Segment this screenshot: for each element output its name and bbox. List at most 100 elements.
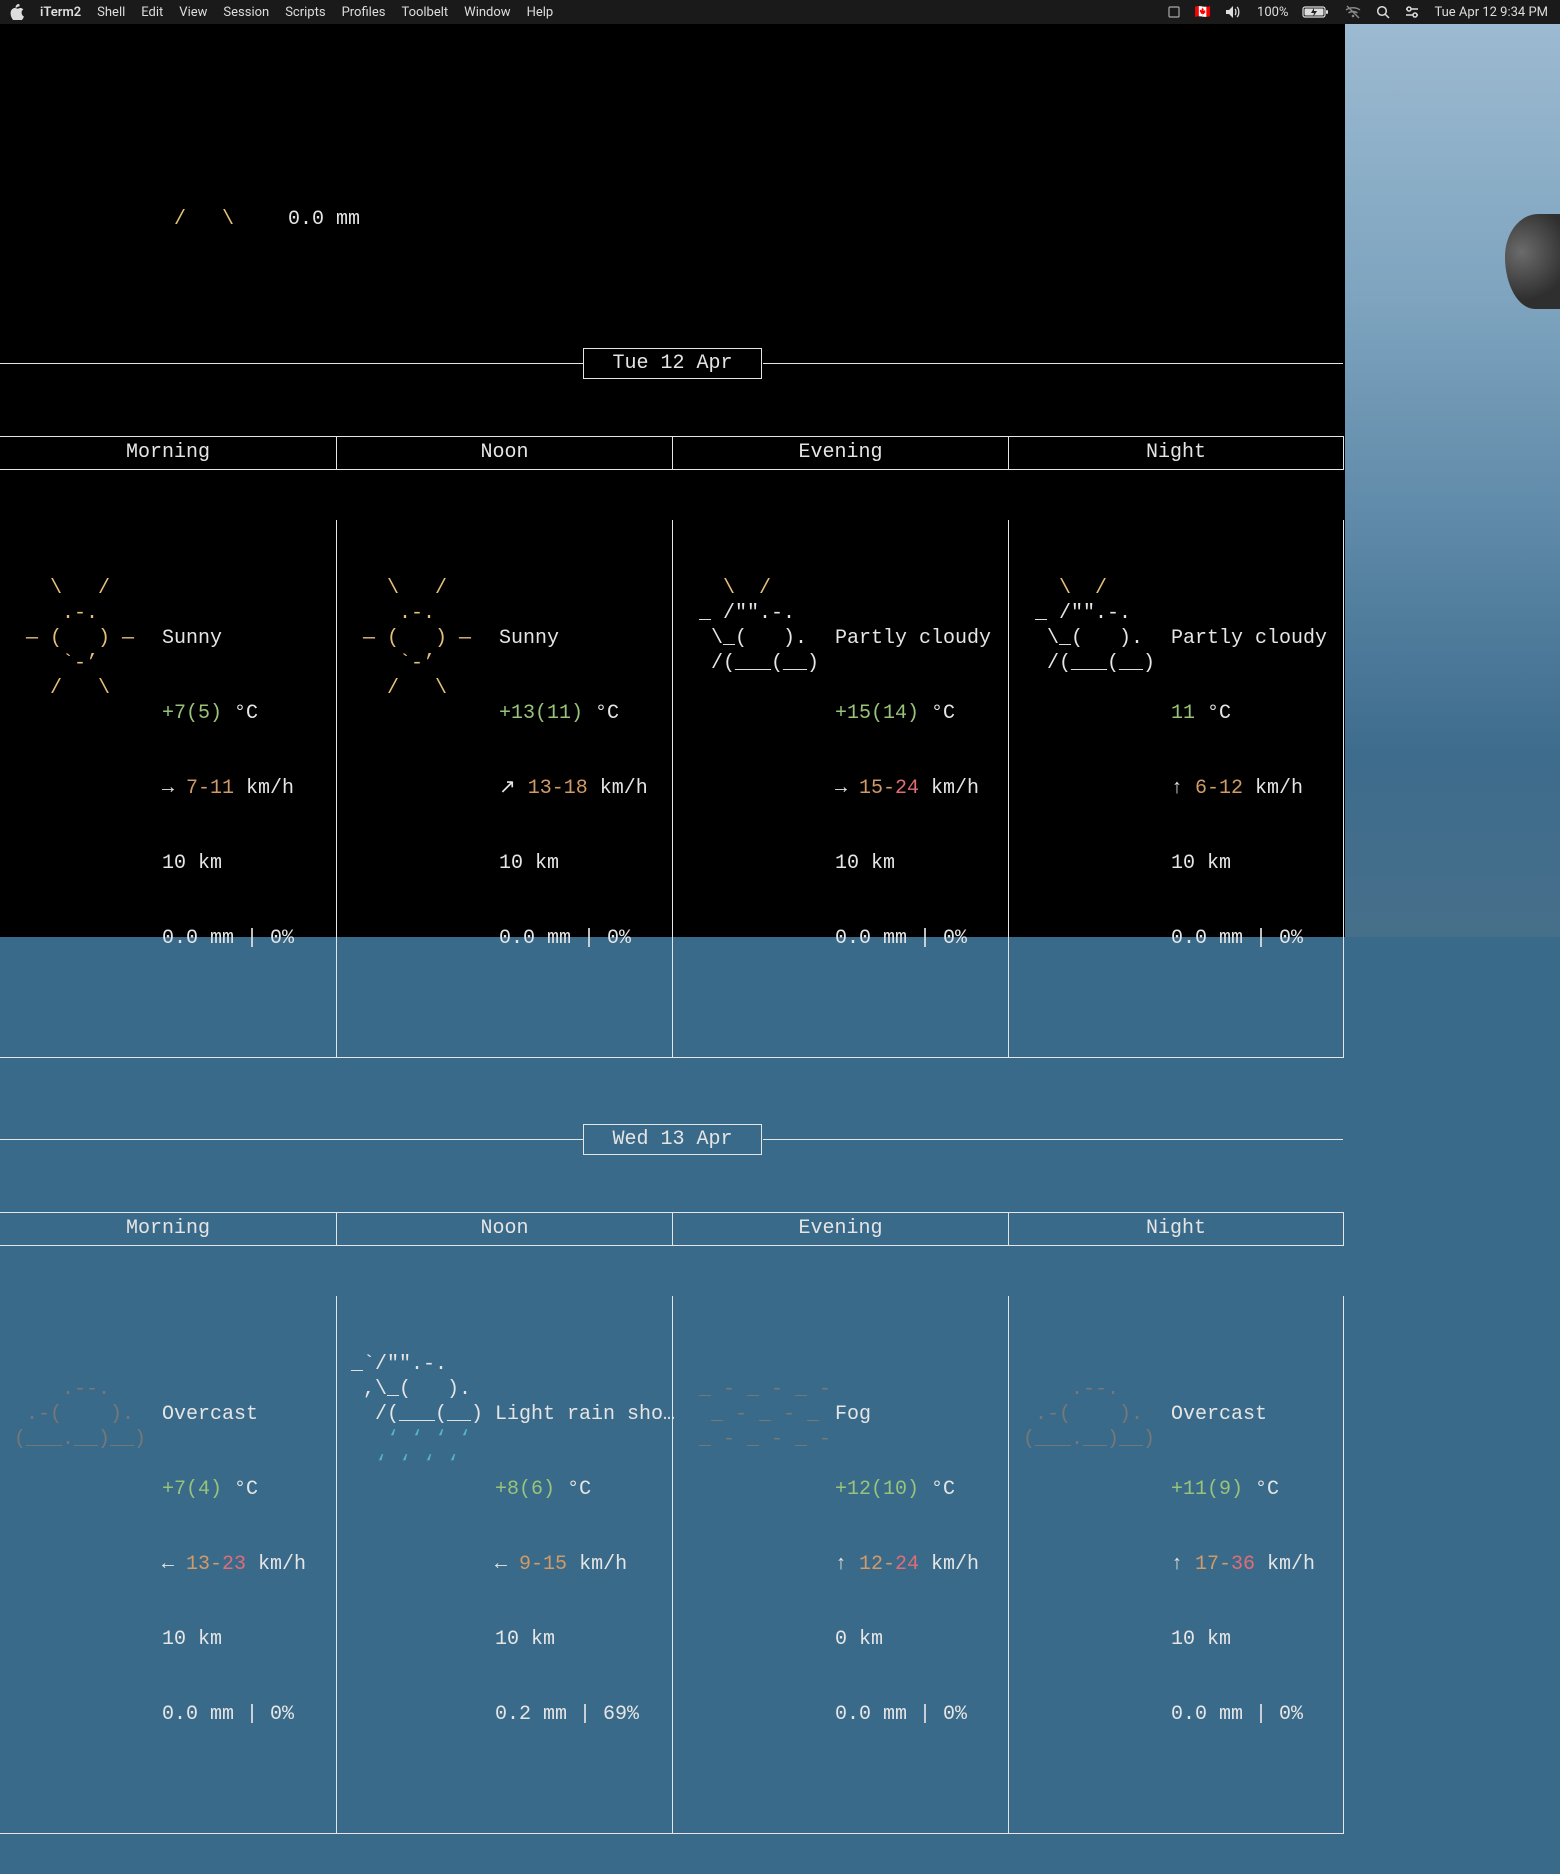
wind-text: → 7-11 km/h [162,776,336,801]
weather-ascii-art: \ / _ /"".-. \_( ). /(___(__) [1009,576,1171,1001]
terminal-window[interactable]: / \ 0.0 mm Tue 12 Apr MorningNoonEvening… [0,24,1345,937]
period-header: Morning [0,1213,336,1245]
temperature-text: 11 °C [1171,701,1343,726]
ascii-art-line: .-. [351,601,499,626]
forecast-cell: \ / .-. ― ( ) ― `-’ / \ Sunny +13(11) °C… [336,520,672,1057]
ascii-art-line: (___.__)__) [14,1427,162,1452]
ascii-art-line [1023,1352,1171,1377]
desktop-wallpaper [1345,24,1560,937]
menu-shell[interactable]: Shell [97,5,125,20]
temperature-text: +12(10) °C [835,1477,1008,1502]
ascii-art-line: _ - _ - _ - [687,1377,835,1402]
ascii-art-line: _ - _ - _ - [687,1427,835,1452]
period-body: .--. .-( ). (___.__)__) Overcast +7(4) °… [0,1296,1344,1834]
weather-ascii-art: \ / .-. ― ( ) ― `-’ / \ [0,576,162,1001]
weather-ascii-art: .--. .-( ). (___.__)__) [1009,1352,1171,1777]
ascii-art-line: \ / [14,576,162,601]
weather-ascii-art: _ - _ - _ - _ - _ - _ _ - _ - _ - [673,1352,835,1777]
temperature-text: +8(6) °C [495,1477,675,1502]
temperature-text: +15(14) °C [835,701,1008,726]
period-body: \ / .-. ― ( ) ― `-’ / \ Sunny +7(5) °C →… [0,520,1344,1058]
ascii-art-line [14,1352,162,1377]
period-header: Noon [336,437,672,469]
menubar-appname[interactable]: iTerm2 [40,5,81,20]
wifi-off-icon[interactable] [1344,5,1362,19]
apple-menu-icon[interactable] [10,4,24,20]
macos-menubar: iTerm2 Shell Edit View Session Scripts P… [0,0,1560,24]
menu-session[interactable]: Session [223,5,269,20]
menu-toolbelt[interactable]: Toolbelt [401,5,448,20]
precip-text: 0.2 mm | 69% [495,1702,675,1727]
menu-profiles[interactable]: Profiles [342,5,386,20]
forecast-cell: .--. .-( ). (___.__)__) Overcast +11(9) … [1008,1296,1343,1833]
temperature-text: +11(9) °C [1171,1477,1343,1502]
ascii-art-line [687,676,835,701]
wind-text: ← 13-23 km/h [162,1552,336,1577]
weather-ascii-art: _`/"".-. ,\_( ). /(___(__) ‘ ‘ ‘ ‘ ‘ ‘ ‘… [337,1352,495,1777]
forecast-day: Thu 14 Apr MorningNoonEveningNight \ / _… [0,1842,1345,1874]
ascii-art-line: / \ [351,676,499,701]
precip-text: 0.0 mm | 0% [1171,926,1343,951]
ascii-art-line: ‘ ‘ ‘ ‘ [351,1427,495,1452]
menu-window[interactable]: Window [464,5,510,20]
ascii-art-line: _ /"".-. [1023,601,1171,626]
date-row: Wed 13 Apr [0,1116,1345,1162]
menubar-clock[interactable]: Tue Apr 12 9:34 PM [1434,5,1548,20]
ascii-art-line: .--. [1023,1377,1171,1402]
menu-scripts[interactable]: Scripts [285,5,325,20]
battery-charging-icon[interactable] [1302,5,1330,19]
condition-text: Fog [835,1402,1008,1427]
menu-edit[interactable]: Edit [141,5,163,20]
wind-text: ↑ 17-36 km/h [1171,1552,1343,1577]
ascii-art-line: ― ( ) ― [14,626,162,651]
period-header: Evening [672,1213,1008,1245]
ascii-art-line: `-’ [351,651,499,676]
ascii-art-line: .-( ). [14,1402,162,1427]
ascii-art-line: \ / [687,576,835,601]
menu-view[interactable]: View [179,5,207,20]
weather-ascii-art: .--. .-( ). (___.__)__) [0,1352,162,1777]
ascii-art-line: (___.__)__) [1023,1427,1171,1452]
search-icon[interactable] [1376,5,1390,19]
precip-text: 0.0 mm | 0% [162,926,336,951]
weather-ascii-art: \ / _ /"".-. \_( ). /(___(__) [673,576,835,1001]
condition-text: Partly cloudy [1171,626,1343,651]
ascii-art-line [14,1452,162,1477]
condition-text: Light rain sho… [495,1402,675,1427]
ascii-art-line: _`/"".-. [351,1352,495,1377]
visibility-text: 10 km [162,1627,336,1652]
precip-text: 0.0 mm | 0% [1171,1702,1343,1727]
period-header: Night [1008,1213,1343,1245]
ascii-art-line: _ /"".-. [687,601,835,626]
condition-text: Overcast [162,1402,336,1427]
ascii-art-line: \_( ). [1023,626,1171,651]
menu-help[interactable]: Help [527,5,554,20]
speaker-icon[interactable] [1225,5,1243,19]
ascii-art-line: \_( ). [687,626,835,651]
ascii-art-line [687,1352,835,1377]
control-center-icon[interactable] [1404,5,1420,19]
visibility-text: 10 km [499,851,672,876]
ascii-art-line: .-. [14,601,162,626]
wind-text: ← 9-15 km/h [495,1552,675,1577]
temperature-text: +7(5) °C [162,701,336,726]
period-headers: MorningNoonEveningNight [0,1212,1344,1246]
forecast-cell: _`/"".-. ,\_( ). /(___(__) ‘ ‘ ‘ ‘ ‘ ‘ ‘… [336,1296,672,1833]
wind-text: → 15-24 km/h [835,776,1008,801]
ascii-art-line: /(___(__) [1023,651,1171,676]
visibility-text: 10 km [1171,1627,1343,1652]
period-header: Noon [336,1213,672,1245]
forecast-cell: \ / _ /"".-. \_( ). /(___(__) Partly clo… [672,520,1008,1057]
menubar-extra-icon[interactable] [1167,5,1181,19]
forecast-day: Tue 12 Apr MorningNoonEveningNight \ / .… [0,290,1345,1058]
ascii-art-line: \ / [1023,576,1171,601]
input-flag-icon[interactable]: 🇨🇦 [1195,5,1211,20]
forecast-cell: \ / _ /"".-. \_( ). /(___(__) Partly clo… [1008,520,1343,1057]
condition-text: Sunny [499,626,672,651]
ascii-art-line: ,\_( ). [351,1377,495,1402]
date-box: Wed 13 Apr [583,1124,761,1155]
ascii-art-line: .-( ). [1023,1402,1171,1427]
battery-percent[interactable]: 100% [1257,5,1288,20]
period-header: Morning [0,437,336,469]
condition-text: Overcast [1171,1402,1343,1427]
